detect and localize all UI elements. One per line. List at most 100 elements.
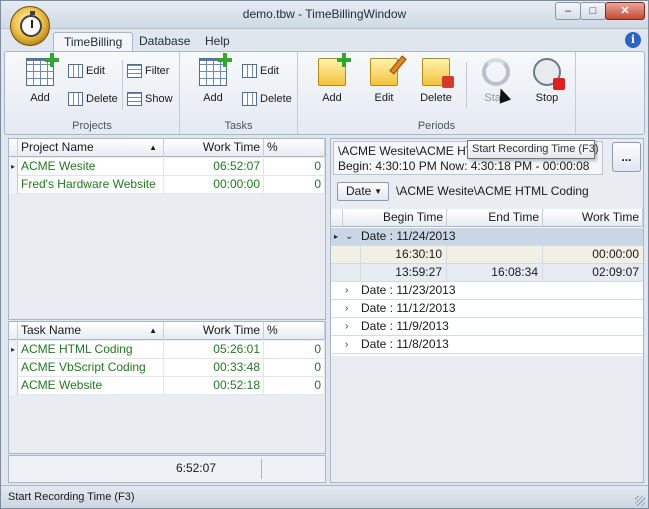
edit-note-icon — [370, 55, 407, 86]
tab-help[interactable]: Help — [195, 32, 240, 52]
main-window: demo.tbw - TimeBillingWindow – □ ✕ TimeB… — [0, 0, 649, 509]
work-time-cell: 00:00:00 — [592, 247, 639, 261]
add-project-button[interactable]: Add — [18, 53, 62, 114]
project-name-header-label: Project Name — [21, 140, 94, 154]
period-row[interactable]: 16:30:10 00:00:00 — [331, 246, 643, 264]
show-icon — [127, 92, 142, 106]
work-time-cell: 00:33:48 — [164, 359, 264, 377]
percent-header[interactable]: % — [264, 322, 325, 340]
work-time-cell: 02:09:07 — [592, 265, 639, 279]
add-task-button[interactable]: Add — [191, 53, 235, 114]
periods-divider — [466, 62, 467, 108]
periods-group: Add Edit Delete Start Stop Periods — [298, 52, 576, 134]
date-group-label: Date : 11/24/2013 — [361, 229, 456, 243]
percent-header[interactable]: % — [264, 139, 325, 157]
period-row[interactable]: 13:59:27 16:08:34 02:09:07 — [331, 264, 643, 282]
date-group-label: Date : 11/23/2013 — [361, 283, 456, 297]
table-row[interactable]: ▸ ACME Wesite 06:52:07 0 — [9, 158, 325, 176]
filter-button[interactable]: Filter — [127, 62, 169, 80]
title-bar: demo.tbw - TimeBillingWindow – □ ✕ — [1, 1, 648, 29]
minimize-button[interactable]: – — [555, 2, 581, 20]
stop-label: Stop — [535, 92, 559, 104]
begin-time-cell: 16:30:10 — [361, 246, 447, 264]
edit-project-button[interactable]: Edit — [68, 62, 105, 80]
window-title: demo.tbw - TimeBillingWindow — [242, 7, 407, 21]
work-time-header[interactable]: Work Time — [164, 322, 264, 340]
date-group-row[interactable]: › Date : 11/8/2013 — [331, 336, 643, 354]
date-group-label: Date : 11/12/2013 — [361, 301, 456, 315]
delete-note-icon — [422, 58, 454, 88]
status-text: Start Recording Time (F3) — [8, 491, 135, 503]
delete-period-label: Delete — [420, 92, 452, 104]
stop-button[interactable]: Stop — [525, 56, 569, 114]
projects-group-label: Projects — [72, 120, 112, 132]
table-row[interactable]: ACME VbScript Coding 00:33:48 0 — [9, 359, 325, 377]
chevron-down-icon: ▼ — [374, 187, 382, 196]
group-by-dropdown[interactable]: Date ▼ — [337, 182, 389, 201]
project-name-cell: ACME Wesite — [18, 158, 164, 176]
add-period-button[interactable]: Add — [310, 53, 354, 114]
work-time-cell: 00:00:00 — [164, 176, 264, 194]
filter-label: Filter — [145, 65, 170, 77]
date-group-label: Date : 11/9/2013 — [361, 319, 449, 333]
show-label: Show — [145, 93, 173, 105]
total-work-time: 6:52:07 — [175, 461, 216, 475]
show-button[interactable]: Show — [127, 90, 173, 108]
selected-path: \ACME Wesite\ACME HTML Coding — [396, 184, 589, 198]
work-time-header[interactable]: Work Time — [543, 209, 643, 227]
date-group-row[interactable]: › Date : 11/23/2013 — [331, 282, 643, 300]
task-name-header-label: Task Name — [21, 323, 82, 337]
tasks-grid-header: Task Name ▲ Work Time % — [9, 322, 325, 340]
begin-time-header[interactable]: Begin Time — [343, 209, 447, 227]
maximize-button[interactable]: □ — [580, 2, 606, 20]
percent-cell: 0 — [264, 158, 325, 176]
expand-icon[interactable]: › — [345, 282, 348, 299]
header-indicator — [9, 322, 18, 340]
more-button[interactable]: ... — [612, 142, 641, 172]
close-button[interactable]: ✕ — [605, 2, 645, 20]
expand-icon[interactable]: › — [345, 318, 348, 335]
edit-period-label: Edit — [374, 92, 394, 104]
tab-timebilling[interactable]: TimeBilling — [53, 32, 134, 52]
group-divider — [122, 60, 123, 110]
work-time-header[interactable]: Work Time — [164, 139, 264, 157]
resize-grip-icon[interactable] — [635, 496, 645, 506]
expand-icon[interactable]: › — [345, 336, 348, 353]
task-name-header[interactable]: Task Name ▲ — [18, 322, 164, 340]
tab-database[interactable]: Database — [129, 32, 200, 52]
header-indicator — [9, 139, 18, 157]
table-row[interactable]: ACME Website 00:52:18 0 — [9, 377, 325, 395]
edit-grid-icon — [68, 64, 83, 78]
table-row[interactable]: Fred's Hardware Website 00:00:00 0 — [9, 176, 325, 194]
delete-project-button[interactable]: Delete — [68, 90, 118, 108]
delete-project-label: Delete — [86, 93, 118, 105]
add-note-icon — [318, 53, 351, 86]
project-name-header[interactable]: Project Name ▲ — [18, 139, 164, 157]
task-name-cell: ACME HTML Coding — [18, 341, 164, 359]
delete-period-button[interactable]: Delete — [414, 56, 458, 114]
row-indicator — [9, 377, 18, 395]
periods-grid: Begin Time End Time Work Time ▸ ⌄ Date :… — [331, 209, 643, 356]
work-time-cell: 06:52:07 — [164, 158, 264, 176]
date-group-row[interactable]: › Date : 11/12/2013 — [331, 300, 643, 318]
edit-task-button[interactable]: Edit — [242, 62, 279, 80]
row-indicator — [9, 176, 18, 194]
end-time-header[interactable]: End Time — [447, 209, 543, 227]
status-bar: Start Recording Time (F3) — [1, 485, 648, 508]
table-row[interactable]: ▸ ACME HTML Coding 05:26:01 0 — [9, 341, 325, 359]
indent-cell — [331, 246, 361, 264]
add-task-label: Add — [203, 92, 223, 104]
date-group-row[interactable]: › Date : 11/9/2013 — [331, 318, 643, 336]
percent-cell: 0 — [264, 341, 325, 359]
collapse-icon[interactable]: ⌄ — [345, 228, 353, 245]
end-time-cell — [447, 246, 543, 264]
help-icon[interactable]: i — [625, 32, 641, 48]
add-grid-icon — [26, 53, 59, 86]
start-button[interactable]: Start — [474, 56, 518, 114]
application-menu-button[interactable] — [10, 6, 50, 46]
expand-icon[interactable]: › — [345, 300, 348, 317]
edit-period-button[interactable]: Edit — [362, 55, 407, 114]
delete-task-button[interactable]: Delete — [242, 90, 292, 108]
date-group-row[interactable]: ▸ ⌄ Date : 11/24/2013 — [331, 228, 643, 246]
percent-cell: 0 — [264, 359, 325, 377]
